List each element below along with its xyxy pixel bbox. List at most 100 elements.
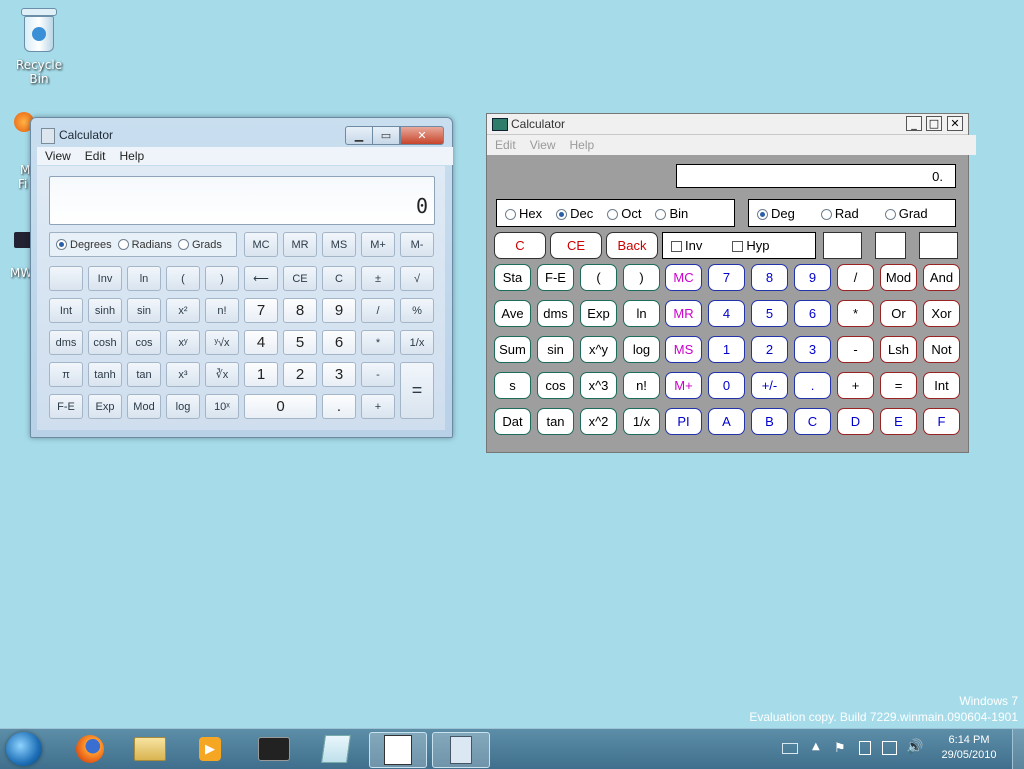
xp-key-r3c6[interactable]: +/-	[751, 372, 788, 399]
xp-key-r0c10[interactable]: And	[923, 264, 960, 291]
xp-key-r3c9[interactable]: =	[880, 372, 917, 399]
xp-key-r0c8[interactable]: /	[837, 264, 874, 291]
calc-key-r0c4[interactable]: )	[205, 266, 239, 291]
taskbar-calculator-win7[interactable]	[432, 732, 490, 768]
xp-key-r4c4[interactable]: PI	[665, 408, 702, 435]
xp-key-r3c7[interactable]: .	[794, 372, 831, 399]
deg-radio[interactable]: Deg	[757, 206, 795, 221]
xp-key-r4c9[interactable]: E	[880, 408, 917, 435]
xp-key-r2c4[interactable]: MS	[665, 336, 702, 363]
calc-key-r4c2[interactable]: Mod	[127, 394, 161, 419]
xp-key-r0c6[interactable]: 8	[751, 264, 788, 291]
calc-key-r0c2[interactable]: ln	[127, 266, 161, 291]
xp-key-r3c3[interactable]: n!	[623, 372, 660, 399]
inv-checkbox[interactable]: Inv	[671, 238, 702, 253]
xp-key-r2c7[interactable]: 3	[794, 336, 831, 363]
menu-view[interactable]: View	[530, 138, 556, 152]
volume-icon[interactable]: 🔊	[906, 739, 923, 755]
xp-key-r3c1[interactable]: cos	[537, 372, 574, 399]
calc-key-r3c2[interactable]: tan	[127, 362, 161, 387]
calc-key-r0c9[interactable]: √	[400, 266, 434, 291]
xp-key-r1c7[interactable]: 6	[794, 300, 831, 327]
close-button[interactable]: ✕	[400, 126, 444, 145]
clear-entry-button[interactable]: CE	[550, 232, 602, 259]
calc-key-r0c6[interactable]: CE	[283, 266, 317, 291]
taskbar-notepad[interactable]	[308, 732, 364, 766]
xp-key-r4c1[interactable]: tan	[537, 408, 574, 435]
rad-radio[interactable]: Rad	[820, 206, 859, 221]
xp-key-r1c6[interactable]: 5	[751, 300, 788, 327]
calc-key-r1c9[interactable]: %	[400, 298, 434, 323]
xp-key-r2c6[interactable]: 2	[751, 336, 788, 363]
xp-key-r3c10[interactable]: Int	[923, 372, 960, 399]
backspace-button[interactable]: Back	[606, 232, 658, 259]
calc-key-r3c9[interactable]: =	[400, 362, 434, 419]
grad-radio[interactable]: Grad	[884, 206, 928, 221]
recycle-bin-shortcut[interactable]: Recycle Bin	[6, 8, 72, 86]
calc-key-r0c3[interactable]: (	[166, 266, 200, 291]
xp-key-r0c9[interactable]: Mod	[880, 264, 917, 291]
xp-key-r0c0[interactable]: Sta	[494, 264, 531, 291]
xp-key-r1c2[interactable]: Exp	[580, 300, 617, 327]
calc-key-r3c7[interactable]: 3	[322, 362, 356, 387]
minimize-button[interactable]: _	[906, 116, 922, 131]
calc-key-r3c5[interactable]: 1	[244, 362, 278, 387]
keyboard-icon[interactable]	[782, 743, 798, 754]
xp-key-r1c0[interactable]: Ave	[494, 300, 531, 327]
taskbar-firefox[interactable]	[62, 732, 118, 766]
xp-key-r4c6[interactable]: B	[751, 408, 788, 435]
calc-key-r2c5[interactable]: 4	[244, 330, 278, 355]
calc-key-r1c6[interactable]: 8	[283, 298, 317, 323]
start-button[interactable]	[6, 732, 42, 766]
xp-key-r3c2[interactable]: x^3	[580, 372, 617, 399]
xp-key-r0c4[interactable]: MC	[665, 264, 702, 291]
calc-key-r0c1[interactable]: Inv	[88, 266, 122, 291]
xp-key-r0c7[interactable]: 9	[794, 264, 831, 291]
taskbar-calculator-xp[interactable]	[369, 732, 427, 768]
xp-key-r4c2[interactable]: x^2	[580, 408, 617, 435]
hyp-checkbox[interactable]: Hyp	[732, 238, 769, 253]
bin-radio[interactable]: Bin	[655, 206, 688, 221]
calc-key-r4c7[interactable]: +	[361, 394, 395, 419]
xp-key-r4c0[interactable]: Dat	[494, 408, 531, 435]
calc-key-r1c0[interactable]: Int	[49, 298, 83, 323]
grads-radio[interactable]: Grads	[177, 239, 222, 251]
menu-edit[interactable]: Edit	[495, 138, 516, 152]
calc-key-r1c5[interactable]: 7	[244, 298, 278, 323]
xp-key-r0c3[interactable]: )	[623, 264, 660, 291]
oct-radio[interactable]: Oct	[607, 206, 641, 221]
calc-key-r1c8[interactable]: /	[361, 298, 395, 323]
memory-m-button[interactable]: M+	[361, 232, 395, 257]
dec-radio[interactable]: Dec	[556, 206, 593, 221]
calc-key-r2c9[interactable]: 1/x	[400, 330, 434, 355]
calc-key-r4c5[interactable]: 0	[244, 394, 317, 419]
xp-key-r4c5[interactable]: A	[708, 408, 745, 435]
calc-key-r2c8[interactable]: *	[361, 330, 395, 355]
xp-key-r1c9[interactable]: Or	[880, 300, 917, 327]
xp-key-r2c0[interactable]: Sum	[494, 336, 531, 363]
calc-key-r4c6[interactable]: .	[322, 394, 356, 419]
calc-key-r0c7[interactable]: C	[322, 266, 356, 291]
calc-key-r4c0[interactable]: F-E	[49, 394, 83, 419]
calc-key-r4c1[interactable]: Exp	[88, 394, 122, 419]
xp-key-r4c8[interactable]: D	[837, 408, 874, 435]
network-icon[interactable]	[882, 741, 897, 755]
calc-key-r2c7[interactable]: 6	[322, 330, 356, 355]
maximize-button[interactable]: ▭	[373, 126, 400, 145]
xp-key-r2c3[interactable]: log	[623, 336, 660, 363]
calc-key-r1c4[interactable]: n!	[205, 298, 239, 323]
calc-key-r1c1[interactable]: sinh	[88, 298, 122, 323]
xp-key-r4c10[interactable]: F	[923, 408, 960, 435]
memory-m-button[interactable]: M-	[400, 232, 434, 257]
xp-key-r1c3[interactable]: ln	[623, 300, 660, 327]
memory-mr-button[interactable]: MR	[283, 232, 317, 257]
xp-key-r3c0[interactable]: s	[494, 372, 531, 399]
device-icon[interactable]	[859, 741, 871, 755]
close-button[interactable]: ✕	[947, 116, 963, 131]
show-desktop-button[interactable]	[1012, 729, 1024, 769]
memory-mc-button[interactable]: MC	[244, 232, 278, 257]
xp-key-r2c10[interactable]: Not	[923, 336, 960, 363]
xp-key-r2c1[interactable]: sin	[537, 336, 574, 363]
calc-key-r3c8[interactable]: -	[361, 362, 395, 387]
menu-help[interactable]: Help	[119, 149, 144, 163]
